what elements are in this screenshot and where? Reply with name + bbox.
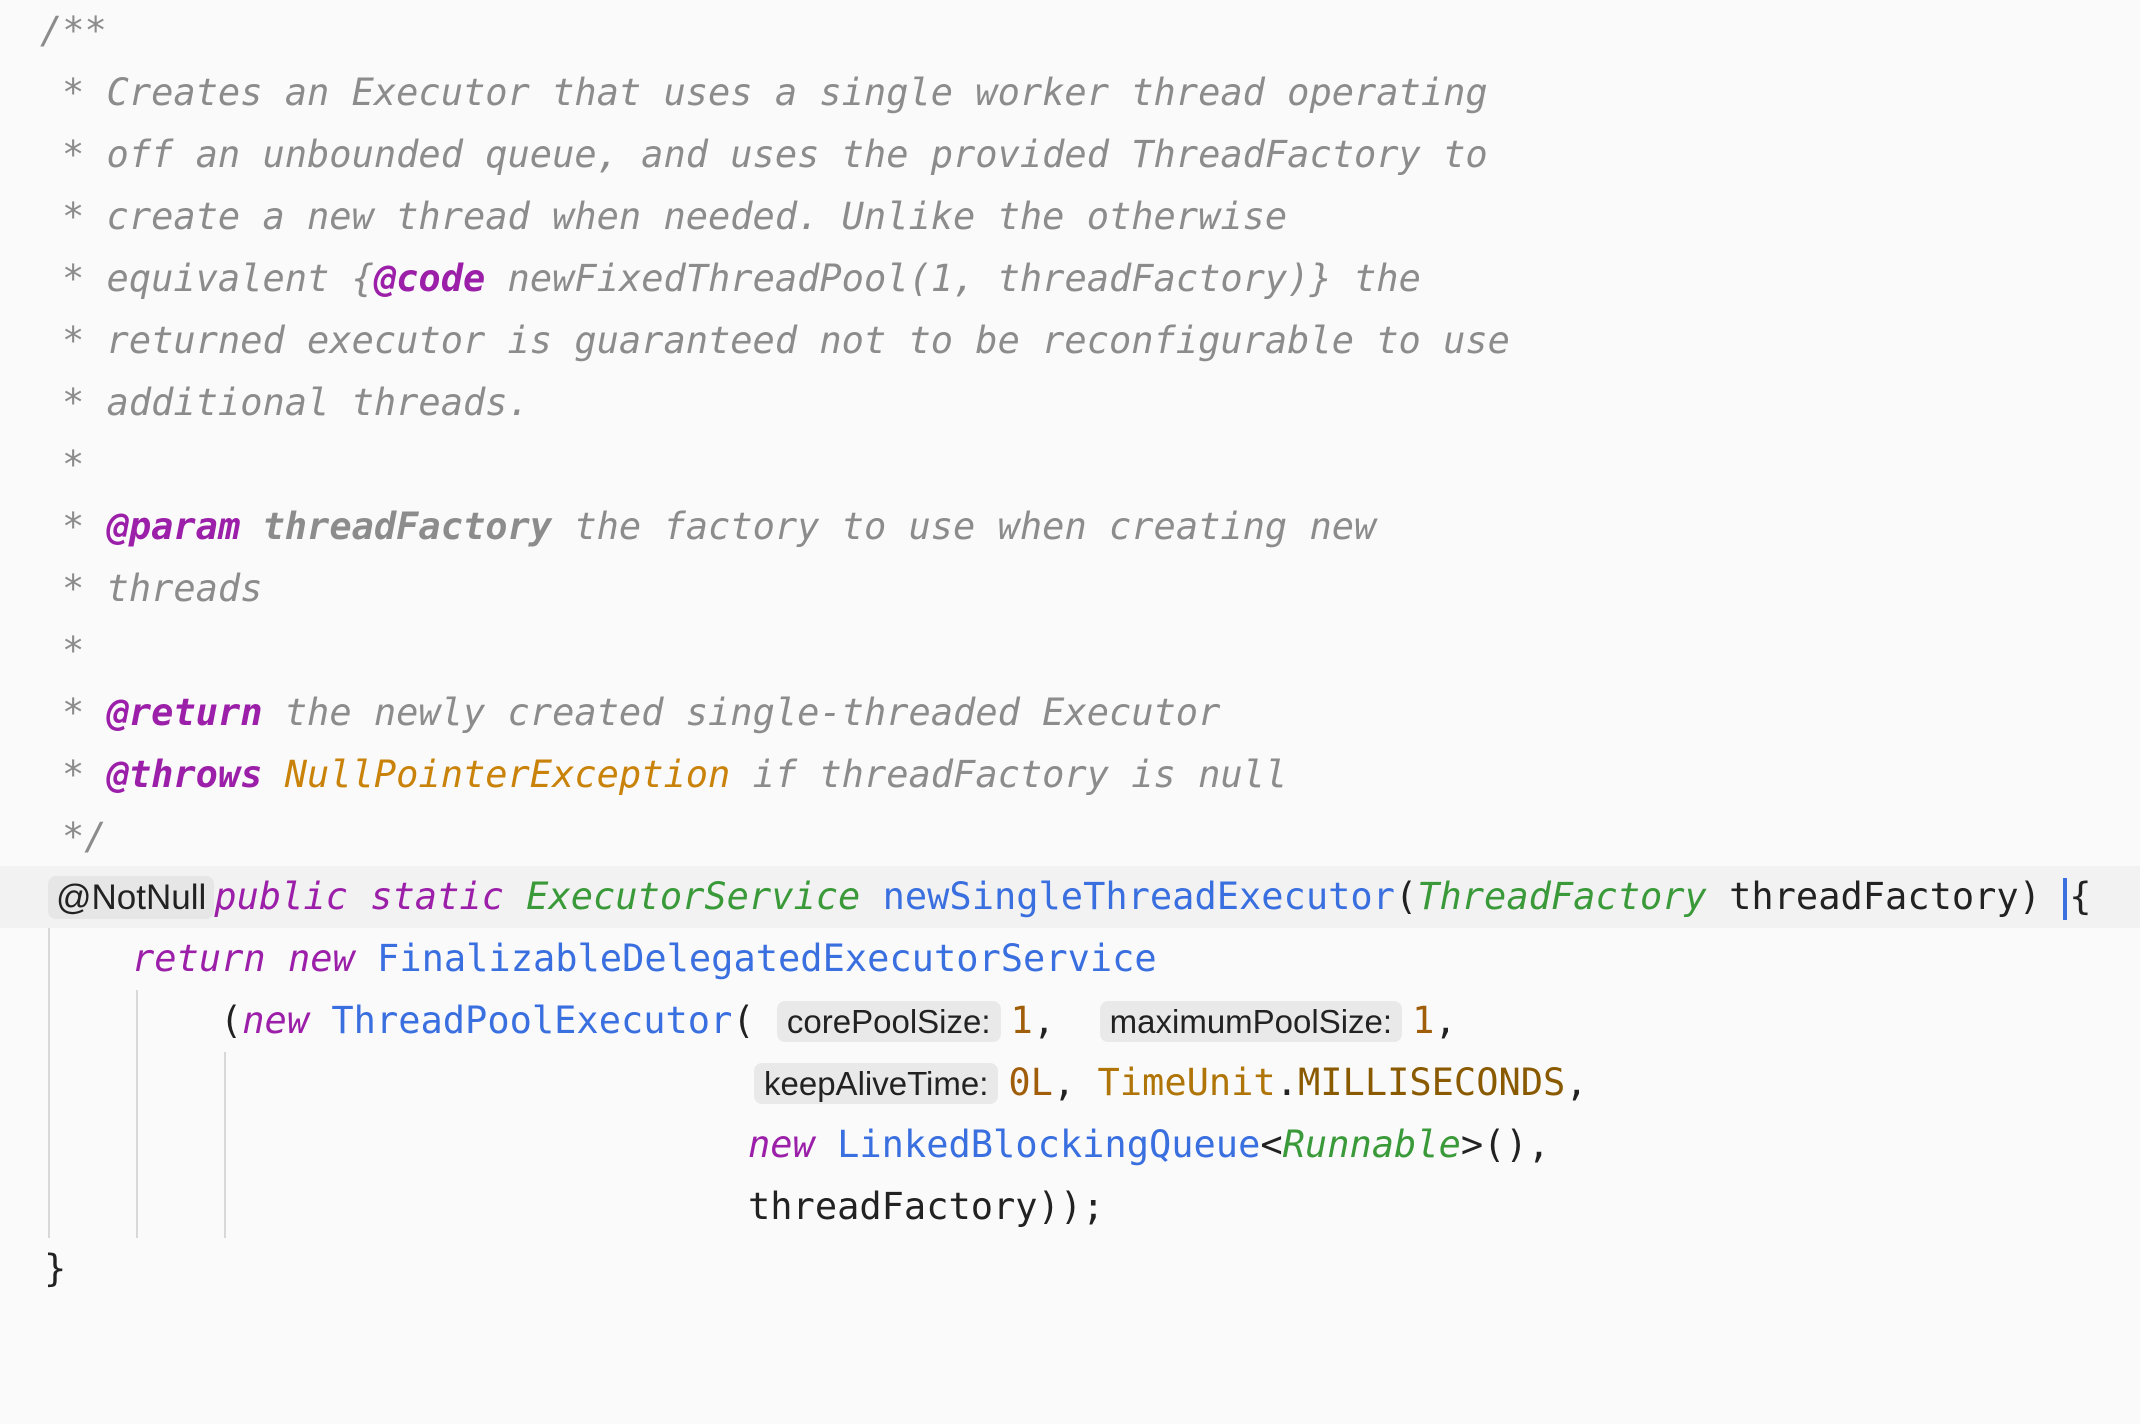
argument-thread-factory: threadFactory)); [748, 1185, 1105, 1228]
exception-type: NullPointerException [262, 753, 731, 796]
constructor-call: (new ThreadPoolExecutor( corePoolSize: 1,… [220, 990, 1457, 1053]
keyword-new: new [242, 999, 310, 1042]
code-line-8: * [0, 434, 2140, 496]
call-suffix: >(), [1460, 1123, 1550, 1166]
code-line-5: * equivalent {@code newFixedThreadPool(1… [0, 248, 2140, 310]
return-type: ExecutorService [526, 875, 861, 918]
code-line-17: (new ThreadPoolExecutor( corePoolSize: 1,… [0, 990, 2140, 1052]
code-line-11: * [0, 620, 2140, 682]
comment-text: the factory to use when creating new [552, 505, 1377, 548]
keyword-public: public [214, 875, 348, 918]
comment-text: * equivalent { [62, 257, 374, 300]
code-line-20: threadFactory)); [0, 1176, 2140, 1238]
generic-type: Runnable [1282, 1123, 1461, 1166]
text-cursor [2063, 877, 2068, 920]
open-paren: ( [732, 999, 755, 1042]
indent-guide [224, 1052, 226, 1238]
comment-text: * [62, 443, 85, 486]
code-editor[interactable]: /** * Creates an Executor that uses a si… [0, 0, 2140, 1306]
code-line-6: * returned executor is guaranteed not to… [0, 310, 2140, 372]
keyword-new: new [287, 937, 355, 980]
keyword-static: static [370, 875, 504, 918]
code-line-19: new LinkedBlockingQueue<Runnable>(), [0, 1114, 2140, 1176]
throws-line: * @throws NullPointerException if thread… [62, 744, 1287, 806]
javadoc-throws-tag: @throws [106, 753, 263, 796]
code-line-15: @NotNull public static ExecutorService ne… [0, 866, 2140, 928]
keyword-new: new [748, 1123, 815, 1166]
comment-text: if threadFactory is null [730, 753, 1288, 796]
code-line-2: * Creates an Executor that uses a single… [0, 62, 2140, 124]
class-name[interactable]: LinkedBlockingQueue [837, 1123, 1260, 1166]
open-paren: ( [1394, 875, 1418, 918]
indent-guide [136, 990, 138, 1238]
javadoc-code-tag: @code [373, 257, 486, 300]
indent-guide [48, 928, 50, 1238]
javadoc-param-tag: @param [106, 505, 241, 548]
javadoc-param-name: threadFactory [240, 505, 553, 548]
notnull-annotation[interactable]: @NotNull [48, 876, 215, 919]
code-line-12: * @return the newly created single-threa… [0, 682, 2140, 744]
inlay-hint-maximum-pool-size: maximumPoolSize: [1099, 1001, 1403, 1042]
inlay-hint-keep-alive-time: keepAliveTime: [754, 1063, 999, 1104]
code-line-1: /** [0, 0, 2140, 62]
javadoc-return-tag: @return [106, 691, 263, 734]
code-line-10: * threads [0, 558, 2140, 620]
argument-line: new LinkedBlockingQueue<Runnable>(), [748, 1114, 1550, 1176]
code-line-9: * @param threadFactory the factory to us… [0, 496, 2140, 558]
code-line-7: * additional threads. [0, 372, 2140, 434]
comment-star: * [62, 505, 107, 548]
dot: . [1275, 1061, 1298, 1104]
class-name[interactable]: FinalizableDelegatedExecutorService [377, 937, 1157, 980]
comment-star: * [62, 753, 107, 796]
comment-text: * off an unbounded queue, and uses the p… [62, 133, 1488, 176]
enum-class[interactable]: TimeUnit [1098, 1061, 1276, 1104]
comment-open: /** [40, 9, 107, 52]
param-type: ThreadFactory [1417, 875, 1707, 918]
comment-star: * [62, 691, 107, 734]
comment-text: * additional threads. [62, 381, 530, 424]
closing-brace: } [44, 1247, 67, 1290]
comment-code-line: * equivalent {@code newFixedThreadPool(1… [62, 248, 1421, 310]
comma: , [1565, 1061, 1588, 1104]
number-literal: 1 [1010, 999, 1033, 1042]
code-line-21: } [0, 1238, 2140, 1300]
open-brace: { [2069, 875, 2092, 918]
keyword-return: return [132, 937, 266, 980]
param-name: threadFactory [1729, 875, 2019, 918]
code-line-16: return new FinalizableDelegatedExecutorS… [0, 928, 2140, 990]
comment-text: * create a new thread when needed. Unlik… [62, 195, 1288, 238]
signature: @NotNull public static ExecutorService ne… [48, 866, 2092, 929]
enum-constant[interactable]: MILLISECONDS [1298, 1061, 1565, 1104]
less-than: < [1260, 1123, 1283, 1166]
code-line-3: * off an unbounded queue, and uses the p… [0, 124, 2140, 186]
code-line-14: */ [0, 806, 2140, 868]
comment-text: * returned executor is guaranteed not to… [62, 319, 1510, 362]
comment-text: * Creates an Executor that uses a single… [62, 71, 1488, 114]
comment-text: newFixedThreadPool(1, threadFactory)} th… [485, 257, 1421, 300]
param-line: * @param threadFactory the factory to us… [62, 496, 1376, 558]
comment-text: * [62, 629, 85, 672]
number-literal: 1 [1412, 999, 1435, 1042]
open-paren: ( [220, 999, 243, 1042]
comma: , [1032, 999, 1056, 1042]
number-literal: 0L [1008, 1061, 1053, 1104]
comma: , [1434, 999, 1457, 1042]
comment-text: the newly created single-threaded Execut… [262, 691, 1221, 734]
comment-close: */ [62, 815, 107, 858]
method-name[interactable]: newSingleThreadExecutor [883, 875, 1395, 918]
code-line-4: * create a new thread when needed. Unlik… [0, 186, 2140, 248]
class-name[interactable]: ThreadPoolExecutor [331, 999, 732, 1042]
close-paren: ) [2018, 875, 2041, 918]
code-line-13: * @throws NullPointerException if thread… [0, 744, 2140, 806]
comment-text: * threads [62, 567, 263, 610]
return-line: * @return the newly created single-threa… [62, 682, 1220, 744]
return-statement: return new FinalizableDelegatedExecutorS… [132, 928, 1157, 990]
comma: , [1052, 1061, 1098, 1104]
code-line-18: keepAliveTime: 0L, TimeUnit.MILLISECONDS, [0, 1052, 2140, 1114]
inlay-hint-core-pool-size: corePoolSize: [776, 1001, 1001, 1042]
argument-line: keepAliveTime: 0L, TimeUnit.MILLISECONDS, [754, 1052, 1588, 1115]
